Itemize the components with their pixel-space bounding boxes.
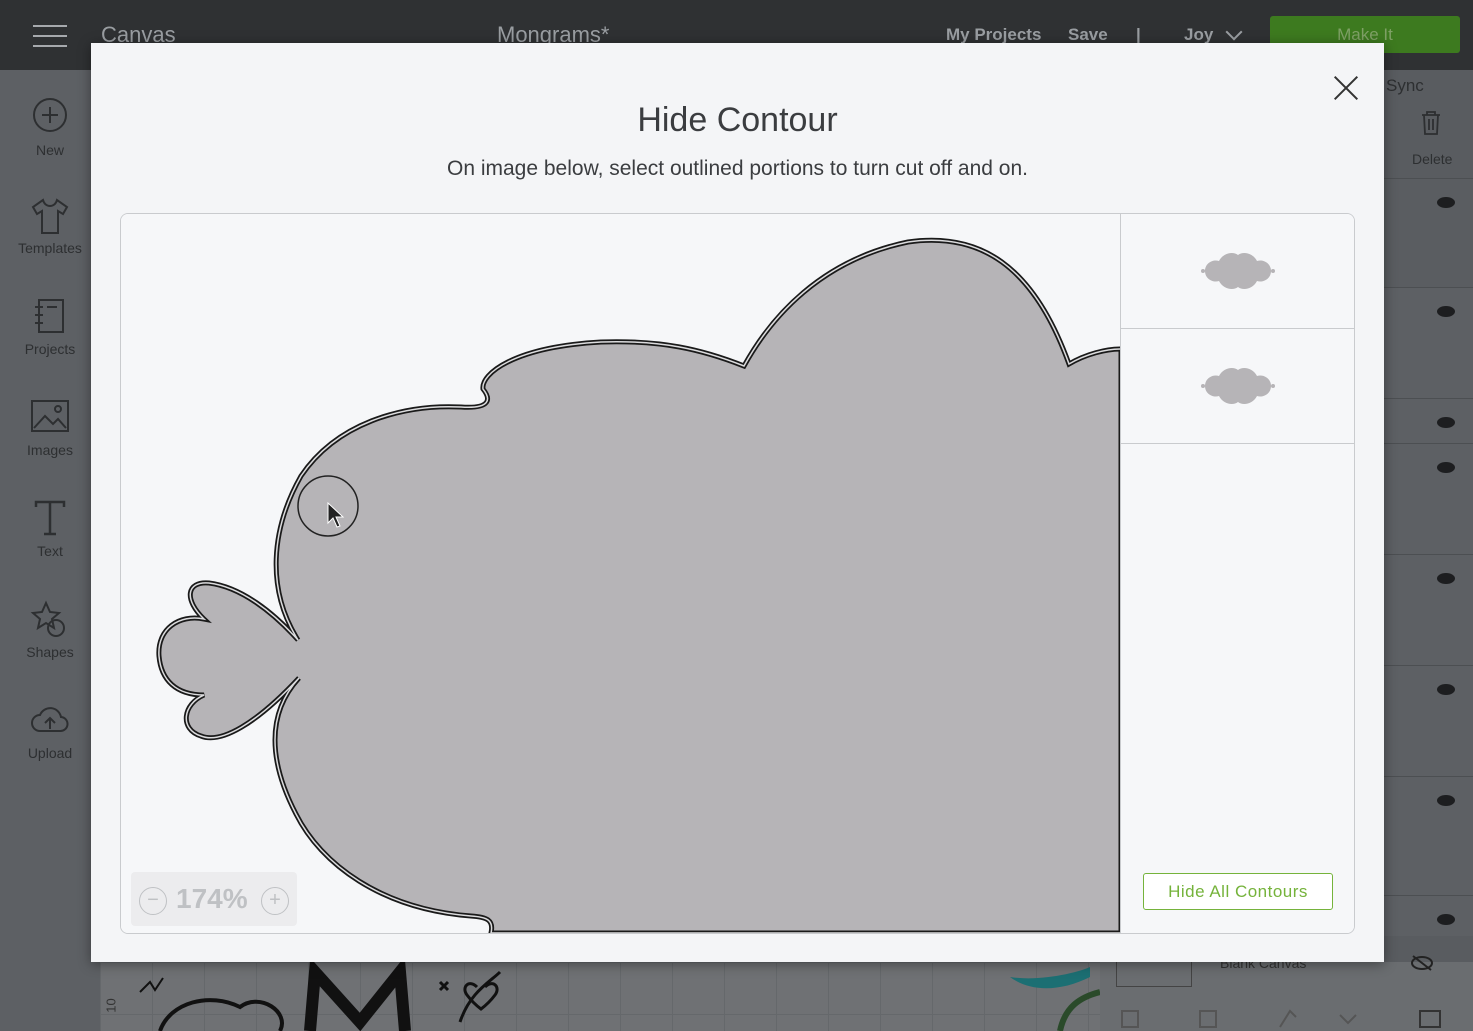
zoom-out-button[interactable]: − [139,887,167,915]
eye-icon[interactable] [1437,462,1455,473]
eye-icon[interactable] [1437,914,1455,925]
contour-shape[interactable] [121,214,1120,933]
layer-row[interactable] [1384,398,1473,443]
layer-actions-icons [1121,1009,1441,1028]
tshirt-icon [31,198,69,234]
hide-contour-dialog: Hide Contour On image below, select outl… [91,43,1384,962]
layer-thumbnail[interactable] [1121,329,1354,444]
layer-row[interactable] [1384,443,1473,554]
eye-icon[interactable] [1437,573,1455,584]
label-shape-thumbnail [1201,253,1275,289]
canvas-artwork [139,962,1100,1031]
zoom-control: − 174% + [131,872,297,926]
user-menu[interactable]: Joy [1184,25,1213,45]
sidebar-item-label: New [35,142,64,158]
layer-thumbnail[interactable] [1121,214,1354,329]
delete-label: Delete [1412,151,1453,167]
sidebar-item-upload[interactable]: Upload [0,701,100,761]
my-projects-link[interactable]: My Projects [946,25,1041,45]
layer-row[interactable] [1384,895,1473,936]
hide-all-contours-button[interactable]: Hide All Contours [1143,873,1333,910]
layers-bottom-panel: Blank Canvas [1100,955,1473,1031]
eye-icon[interactable] [1437,197,1455,208]
layer-row[interactable] [1384,287,1473,398]
eye-icon[interactable] [1437,795,1455,806]
notebook-icon [35,299,64,333]
layer-row[interactable] [1384,776,1473,895]
eye-icon[interactable] [1437,417,1455,428]
layer-thumbnails: Hide All Contours [1120,214,1354,933]
sidebar-item-projects[interactable]: Projects [0,297,100,357]
sidebar-item-shapes[interactable]: Shapes [0,600,100,660]
close-icon[interactable] [1333,75,1359,101]
shapes-icon [30,600,65,637]
sidebar-item-label: Templates [18,240,82,256]
sidebar-item-label: Text [37,543,63,559]
design-canvas[interactable] [100,962,1100,1031]
topbar-separator: | [1136,25,1141,44]
dialog-title: Hide Contour [637,101,838,139]
sidebar-item-new[interactable]: New [0,98,100,158]
eye-hidden-icon[interactable] [1410,954,1434,972]
layer-row[interactable] [1384,554,1473,665]
cloud-upload-icon [31,707,69,732]
sidebar-item-label: Projects [24,341,76,357]
sidebar-item-images[interactable]: Images [0,398,100,458]
zoom-in-button[interactable]: + [261,887,289,915]
eye-icon[interactable] [1437,306,1455,317]
sidebar-item-text[interactable]: Text [0,499,100,559]
zoom-level: 174% [176,883,248,914]
blank-canvas-swatch[interactable] [1116,962,1192,987]
trash-icon[interactable] [1420,110,1442,136]
sync-tab[interactable]: Sync [1386,76,1424,96]
image-icon [31,400,69,432]
eye-icon[interactable] [1437,684,1455,695]
save-link[interactable]: Save [1068,25,1108,45]
layers-panel: Sync Delete [1384,70,1473,1031]
sidebar-item-templates[interactable]: Templates [0,196,100,256]
left-sidebar: New Templates Projects Images Text Shape… [0,70,100,1031]
layer-row[interactable] [1384,665,1473,776]
hamburger-menu-icon[interactable] [33,25,67,47]
contour-workspace: − 174% + Hide All Contours [120,213,1355,934]
contour-preview[interactable]: − 174% + [121,214,1120,933]
sidebar-item-label: Upload [27,745,73,761]
label-shape-thumbnail [1201,368,1275,404]
plus-circle-icon [33,98,67,132]
ruler-number: 10 [103,998,119,1013]
sidebar-item-label: Shapes [26,644,74,660]
layer-row[interactable] [1384,178,1473,287]
chevron-down-icon[interactable] [1225,23,1243,41]
text-icon [34,500,66,536]
sidebar-item-label: Images [27,442,73,458]
dialog-instructions: On image below, select outlined portions… [447,157,1028,180]
